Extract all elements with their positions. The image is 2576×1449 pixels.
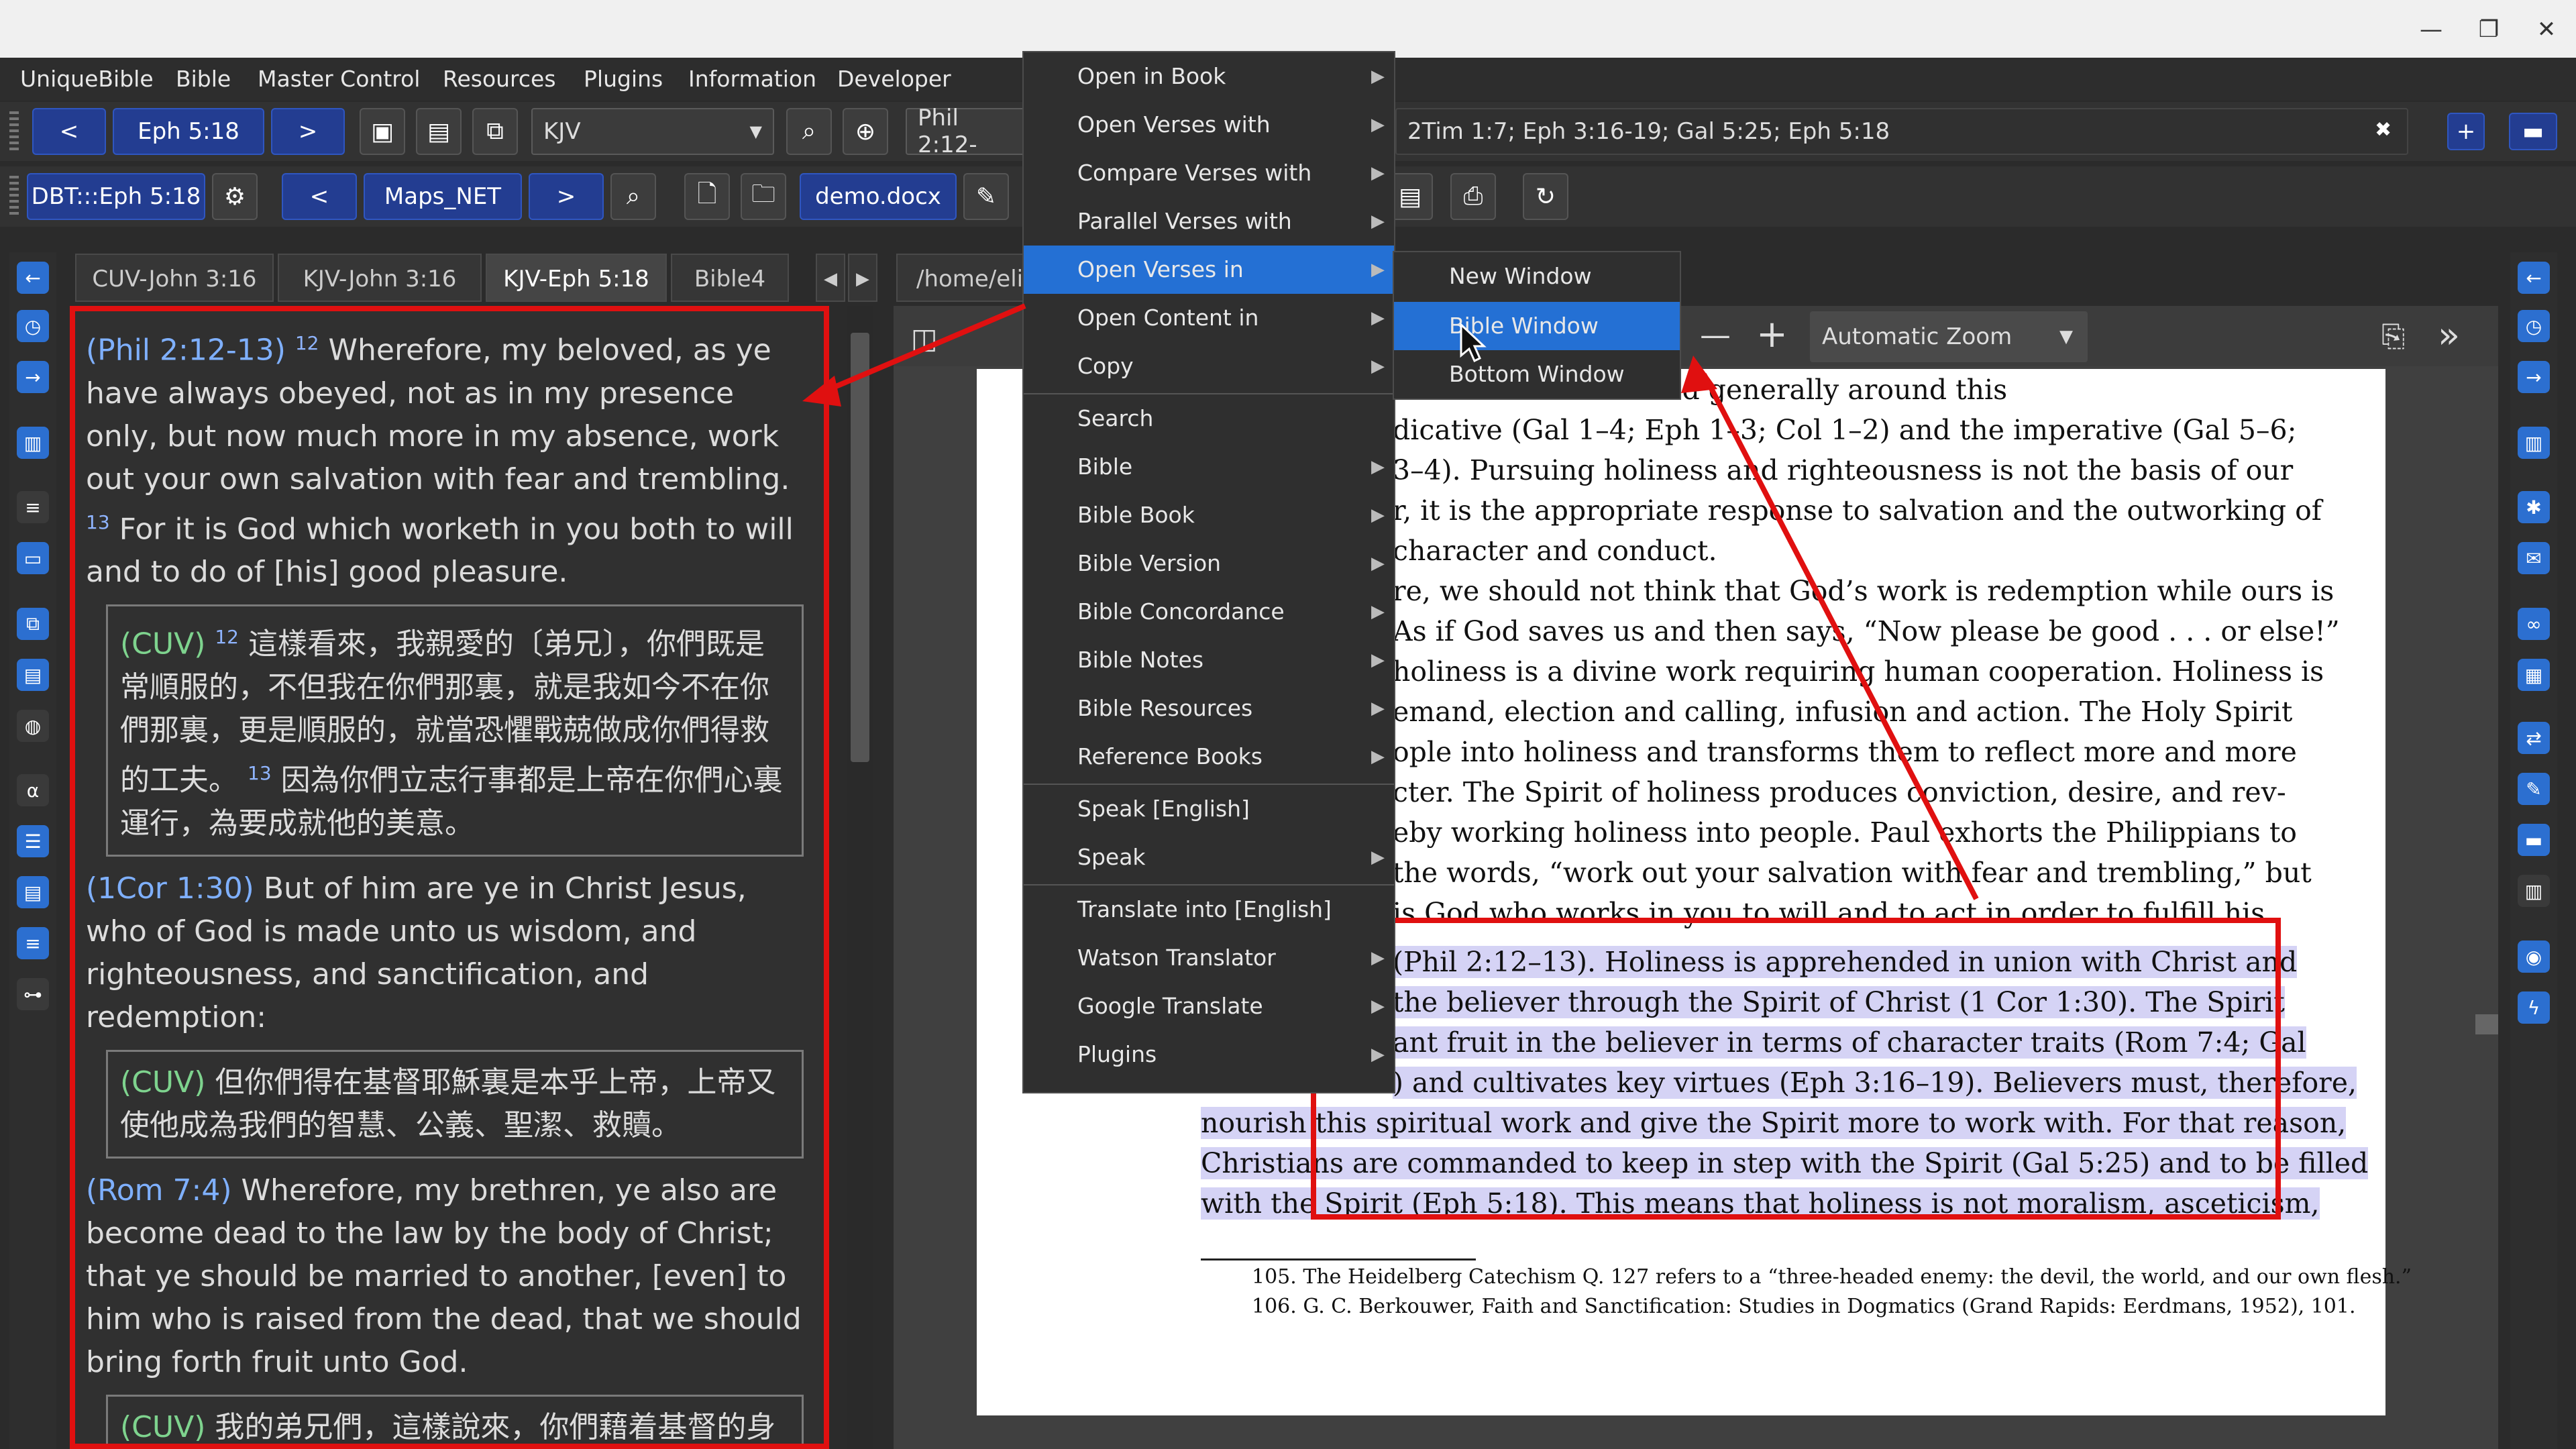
arrow-to-bible-window <box>1701 373 1979 900</box>
annotation-arrows <box>802 303 1979 900</box>
arrow-to-passage-pane <box>816 303 1026 397</box>
arrow-head <box>802 376 841 407</box>
arrow-head <box>1681 356 1717 393</box>
